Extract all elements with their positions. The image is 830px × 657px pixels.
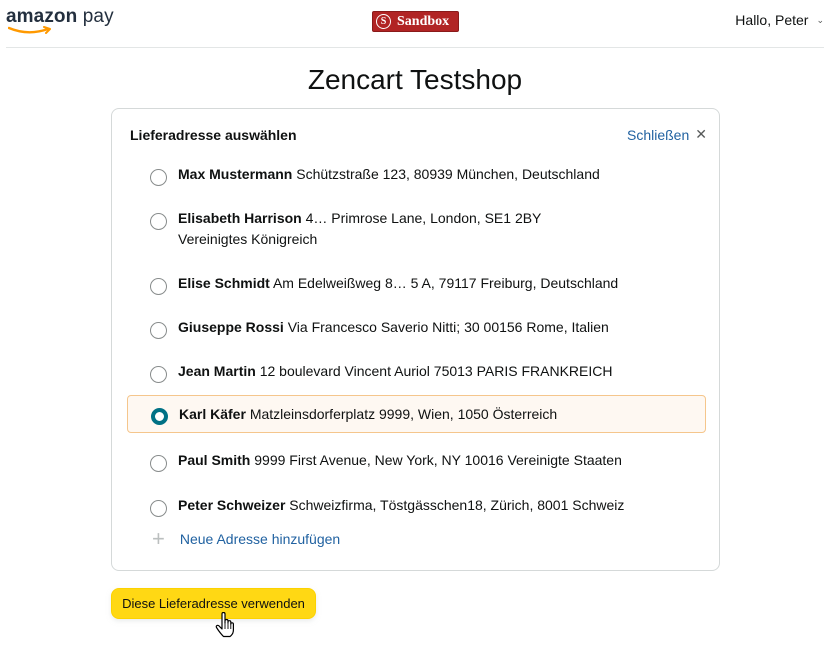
address-line-2: Vereinigtes Königreich [178,231,318,247]
address-option[interactable]: Peter Schweizer Schweizfirma, Töstgässch… [127,491,706,525]
logo-text-pay: pay [82,6,114,27]
address-line: 4… Primrose Lane, London, SE1 2BY [305,210,542,226]
address-option[interactable]: Elisabeth Harrison 4… Primrose Lane, Lon… [127,204,706,248]
sandbox-label: Sandbox [397,13,450,29]
use-address-button[interactable]: Diese Lieferadresse verwenden [111,588,316,619]
address-line: 9999 First Avenue, New York, NY 10016 Ve… [254,452,622,468]
address-name: Peter Schweizer [178,497,286,513]
address-line: 12 boulevard Vincent Auriol 75013 PARIS … [259,363,613,379]
panel-title: Lieferadresse auswählen [130,127,297,143]
address-option[interactable]: Max Mustermann Schützstraße 123, 80939 M… [127,160,706,194]
radio-button-selected[interactable] [151,408,168,425]
address-line: Am Edelweißweg 8… 5 A, 79117 Freiburg, D… [272,275,619,291]
radio-button[interactable] [150,213,167,230]
address-name: Max Mustermann [178,166,293,182]
address-line: Via Francesco Saverio Nitti; 30 00156 Ro… [287,319,609,335]
plus-icon: + [152,526,165,551]
radio-button[interactable] [150,455,167,472]
header-divider [6,47,824,48]
sandbox-badge: S Sandbox [372,11,459,32]
amazon-pay-logo: amazon pay [6,6,116,36]
amazon-smile-icon [8,26,51,34]
hand-cursor-icon [215,612,234,638]
close-label: Schließen [627,126,690,143]
address-name: Giuseppe Rossi [178,319,284,335]
address-panel: Lieferadresse auswählen Schließen ✕ Max … [111,108,720,571]
address-name: Elisabeth Harrison [178,210,302,226]
address-line: Schweizfirma, Töstgässchen18, Zürich, 80… [289,497,625,513]
address-name: Karl Käfer [179,406,246,422]
close-icon: ✕ [695,126,707,142]
address-option[interactable]: Paul Smith 9999 First Avenue, New York, … [127,446,706,480]
address-option[interactable]: Elise Schmidt Am Edelweißweg 8… 5 A, 791… [127,269,706,303]
address-line: Schützstraße 123, 80939 München, Deutsch… [296,166,600,182]
chevron-down-icon: ⌄ [816,14,824,25]
radio-button[interactable] [150,322,167,339]
address-name: Jean Martin [178,363,256,379]
add-address-link[interactable]: + Neue Adresse hinzufügen [152,526,341,551]
radio-button[interactable] [150,500,167,517]
address-option[interactable]: Giuseppe Rossi Via Francesco Saverio Nit… [127,313,706,347]
add-address-label: Neue Adresse hinzufügen [179,531,341,547]
radio-button[interactable] [150,278,167,295]
shop-title: Zencart Testshop [307,64,523,95]
address-option[interactable]: Jean Martin 12 boulevard Vincent Auriol … [127,357,706,391]
account-menu[interactable]: Hallo, Peter ⌄ [735,12,824,28]
close-button[interactable]: Schließen ✕ [627,126,707,143]
radio-button[interactable] [150,366,167,383]
sandbox-icon: S [376,14,391,29]
greeting-text: Hallo, Peter [735,12,809,28]
address-option-selected[interactable]: Karl Käfer Matzleinsdorferplatz 9999, Wi… [127,395,706,433]
address-line: Matzleinsdorferplatz 9999, Wien, 1050 Ös… [249,406,558,422]
header: amazon pay S Sandbox Hallo, Peter ⌄ [0,0,830,48]
radio-button[interactable] [150,169,167,186]
logo-text-amazon: amazon [6,6,78,27]
address-name: Paul Smith [178,452,251,468]
address-name: Elise Schmidt [178,275,270,291]
